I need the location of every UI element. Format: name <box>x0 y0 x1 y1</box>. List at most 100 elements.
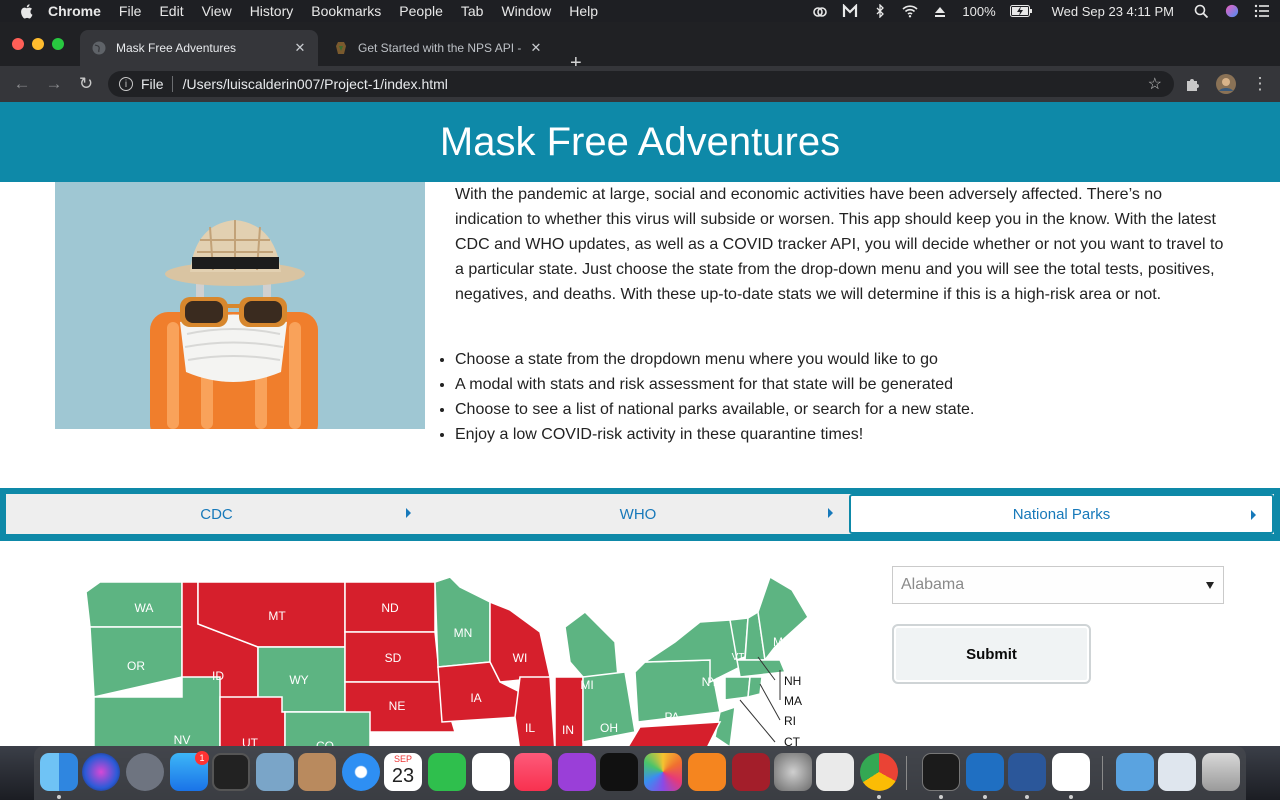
bluetooth-icon[interactable] <box>872 4 888 18</box>
terminal-icon[interactable] <box>922 753 960 791</box>
window-zoom-button[interactable] <box>52 38 64 50</box>
spotlight-search-icon[interactable] <box>1194 4 1210 18</box>
menu-help[interactable]: Help <box>569 3 598 19</box>
leader-ct <box>739 699 776 743</box>
profile-avatar[interactable] <box>1216 74 1236 94</box>
vscode-icon[interactable] <box>966 753 1004 791</box>
notification-center-icon[interactable] <box>1254 4 1270 18</box>
submit-button[interactable]: Submit <box>892 624 1091 684</box>
tab-close-icon[interactable]: ✕ <box>528 40 544 56</box>
running-indicator <box>1025 795 1029 799</box>
menu-tab[interactable]: Tab <box>461 3 484 19</box>
facetime-icon[interactable] <box>428 753 466 791</box>
slack-icon[interactable] <box>1052 753 1090 791</box>
map-label: OR <box>127 659 145 673</box>
caret-right-icon <box>828 508 833 518</box>
reload-button[interactable]: ↻ <box>74 72 98 96</box>
books-icon[interactable] <box>688 753 726 791</box>
page-title: Mask Free Adventures <box>439 119 841 164</box>
news-icon[interactable] <box>472 753 510 791</box>
web-page: Mask Free Adventures With the pandemic a… <box>0 102 1280 746</box>
bookmark-star-icon[interactable]: ☆ <box>1148 74 1162 94</box>
documents-stack-icon[interactable] <box>1158 753 1196 791</box>
window-minimize-button[interactable] <box>32 38 44 50</box>
map-label: CO <box>316 739 334 746</box>
state-ri[interactable] <box>747 676 763 698</box>
tab-title: Get Started with the NPS API - <box>358 41 522 55</box>
maps-icon[interactable] <box>816 753 854 791</box>
downloads-folder-icon[interactable] <box>1116 753 1154 791</box>
trash-icon[interactable] <box>1202 753 1240 791</box>
page-header: Mask Free Adventures <box>0 102 1280 182</box>
menu-bookmarks[interactable]: Bookmarks <box>311 3 381 19</box>
menu-window[interactable]: Window <box>501 3 551 19</box>
creative-cloud-icon[interactable] <box>812 4 828 18</box>
wifi-icon[interactable] <box>902 4 918 18</box>
menu-people[interactable]: People <box>399 3 443 19</box>
airplay-icon[interactable] <box>932 4 948 18</box>
map-label: MN <box>454 626 473 640</box>
menu-edit[interactable]: Edit <box>159 3 183 19</box>
photos-icon[interactable] <box>644 753 682 791</box>
tab-who[interactable]: WHO <box>427 494 849 534</box>
battery-charging-icon[interactable] <box>1009 5 1032 17</box>
extensions-puzzle-icon[interactable] <box>1184 75 1202 93</box>
menu-file[interactable]: File <box>119 3 142 19</box>
tab-close-icon[interactable]: ✕ <box>292 40 308 56</box>
menu-app-chrome[interactable]: Chrome <box>48 3 101 19</box>
map-label: OH <box>600 721 618 735</box>
tab-mask-free-adventures[interactable]: Mask Free Adventures ✕ <box>80 30 318 66</box>
activity-monitor-icon[interactable] <box>212 753 250 791</box>
state-mi[interactable] <box>564 611 619 678</box>
running-indicator <box>939 795 943 799</box>
malwarebytes-icon[interactable] <box>842 4 858 18</box>
dock-divider <box>906 756 907 790</box>
map-label: WY <box>289 673 308 687</box>
back-button[interactable]: ← <box>10 72 34 96</box>
system-preferences-gear-icon[interactable] <box>774 753 812 791</box>
globe-icon <box>92 41 106 55</box>
photo-booth-icon[interactable] <box>732 753 770 791</box>
forward-button[interactable]: → <box>42 72 66 96</box>
menu-history[interactable]: History <box>250 3 294 19</box>
list-item: Enjoy a low COVID-risk activity in these… <box>455 422 1235 447</box>
contacts-icon[interactable] <box>298 753 336 791</box>
address-url[interactable]: /Users/luiscalderin007/Project-1/index.h… <box>183 76 448 92</box>
tab-label: CDC <box>200 505 233 523</box>
safari-compass-icon[interactable] <box>342 753 380 791</box>
info-icon[interactable]: i <box>119 77 133 91</box>
state-md[interactable] <box>625 721 722 746</box>
tab-nps-api[interactable]: Get Started with the NPS API - ✕ <box>322 30 554 66</box>
state-wi[interactable] <box>489 600 551 683</box>
apple-icon[interactable] <box>20 3 34 19</box>
menu-view[interactable]: View <box>202 3 232 19</box>
state-select[interactable]: Alabama <box>892 566 1224 604</box>
siri-icon[interactable] <box>82 753 120 791</box>
chrome-icon[interactable] <box>860 753 898 791</box>
music-icon[interactable] <box>514 753 552 791</box>
chrome-menu-icon[interactable]: ⋮ <box>1248 72 1272 96</box>
window-close-button[interactable] <box>12 38 24 50</box>
address-bar[interactable]: i File /Users/luiscalderin007/Project-1/… <box>108 71 1174 97</box>
address-scheme: File <box>141 76 164 92</box>
menubar-clock[interactable]: Wed Sep 23 4:11 PM <box>1052 4 1174 19</box>
list-item: A modal with stats and risk assessment f… <box>455 372 1235 397</box>
tab-cdc[interactable]: CDC <box>6 494 427 534</box>
state-mn[interactable] <box>434 576 491 668</box>
leader-ri <box>759 683 781 721</box>
tab-national-parks[interactable]: National Parks <box>849 494 1274 534</box>
siri-icon[interactable] <box>1224 4 1240 18</box>
macos-menu-bar: Chrome File Edit View History Bookmarks … <box>0 0 1280 22</box>
running-indicator <box>877 795 881 799</box>
podcasts-icon[interactable] <box>558 753 596 791</box>
state-il[interactable] <box>514 676 556 746</box>
map-label: RI <box>784 714 796 728</box>
launchpad-rocket-icon[interactable] <box>126 753 164 791</box>
finder-icon[interactable] <box>40 753 78 791</box>
calendar-icon[interactable]: SEP 23 <box>384 753 422 791</box>
apple-tv-icon[interactable] <box>600 753 638 791</box>
word-icon[interactable] <box>1008 753 1046 791</box>
preview-icon[interactable] <box>256 753 294 791</box>
state-ct[interactable] <box>724 676 751 701</box>
state-select-value: Alabama <box>901 576 965 593</box>
